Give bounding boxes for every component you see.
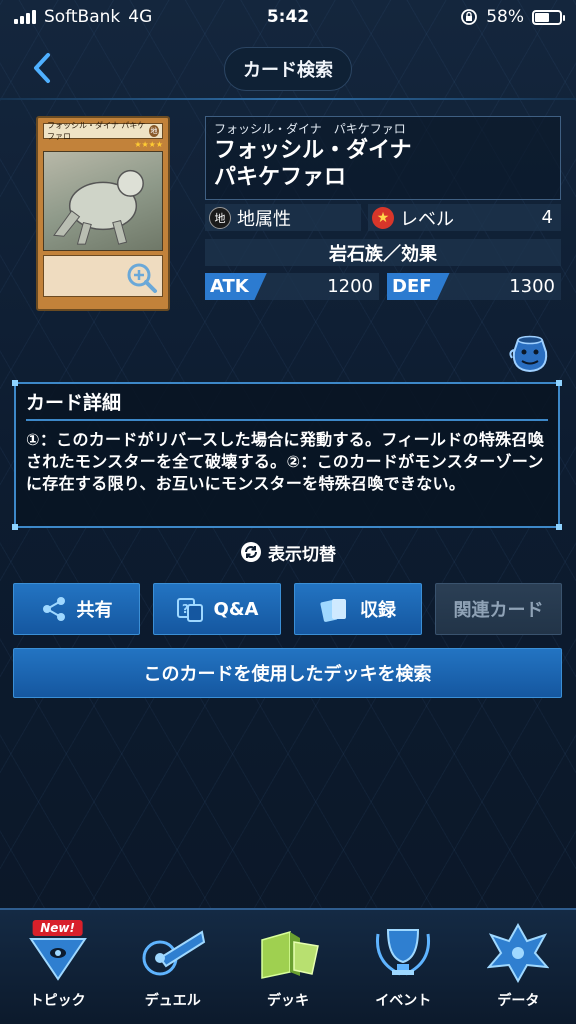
bottom-navigation: New! トピック デュエル デッキ イベント データ bbox=[0, 908, 576, 1024]
qa-label: Q&A bbox=[213, 598, 259, 620]
toggle-label: 表示切替 bbox=[268, 544, 336, 565]
panel-corner bbox=[12, 380, 18, 386]
battery-icon bbox=[532, 9, 565, 25]
nav-topic[interactable]: New! トピック bbox=[0, 910, 115, 1024]
card-name-ruby: フォッシル・ダイナ パキケファロ bbox=[214, 122, 406, 136]
nav-deck-label: デッキ bbox=[267, 993, 309, 1009]
type-row: 岩石族／効果 bbox=[205, 239, 561, 266]
attribute-label: 地属性 bbox=[237, 208, 291, 230]
nav-duel[interactable]: デュエル bbox=[115, 910, 230, 1024]
chevron-left-icon bbox=[34, 53, 50, 83]
card-image-name-bar: フォッシル・ダイナ パキケファロ 地 bbox=[43, 121, 163, 141]
level-row: ★ レベル 4 bbox=[368, 204, 561, 231]
back-button[interactable] bbox=[20, 46, 64, 90]
record-button[interactable]: 収録 bbox=[294, 583, 422, 635]
atk-value: 1200 bbox=[327, 276, 373, 297]
card-details-panel: カード詳細 ①：このカードがリバースした場合に発動する。フィールドの特殊召喚され… bbox=[12, 380, 562, 530]
battery-fill bbox=[535, 12, 549, 22]
carrier-group: SoftBank 4G bbox=[14, 7, 152, 27]
status-right: 58% bbox=[460, 7, 565, 27]
related-cards-label: 関連カード bbox=[453, 600, 544, 621]
network-label: 4G bbox=[128, 7, 153, 27]
dragon-icon bbox=[483, 922, 553, 984]
deck-search-label: このカードを使用したデッキを検索 bbox=[143, 664, 432, 685]
def-label: DEF bbox=[387, 273, 450, 300]
level-star-icon: ★ bbox=[372, 206, 394, 229]
nav-duel-label: デュエル bbox=[144, 993, 201, 1009]
nav-data-label: データ bbox=[497, 993, 540, 1009]
attribute-row: 地 地属性 bbox=[205, 204, 361, 231]
card-image[interactable]: フォッシル・ダイナ パキケファロ 地 ★★★★ bbox=[36, 116, 170, 311]
rotation-lock-icon bbox=[461, 9, 478, 25]
deck-box-icon bbox=[253, 922, 323, 984]
details-text: ①：このカードがリバースした場合に発動する。フィールドの特殊召喚されたモンスター… bbox=[26, 430, 545, 493]
duel-disk-icon bbox=[138, 922, 208, 984]
card-text-area bbox=[43, 255, 163, 297]
qa-button[interactable]: ? Q&A bbox=[153, 583, 281, 635]
card-artwork bbox=[43, 151, 163, 251]
panel-corner bbox=[556, 524, 562, 530]
trophy-icon bbox=[368, 922, 438, 984]
nav-deck[interactable]: デッキ bbox=[230, 910, 345, 1024]
atk-label: ATK bbox=[205, 273, 267, 300]
panel-corner bbox=[556, 380, 562, 386]
page-title: カード検索 bbox=[224, 47, 352, 91]
cards-icon bbox=[320, 599, 346, 622]
card-name-line2: パキケファロ bbox=[214, 165, 347, 190]
card-name-line1: フォッシル・ダイナ bbox=[214, 138, 412, 163]
details-title: カード詳細 bbox=[26, 388, 548, 421]
level-label: レベル bbox=[400, 208, 454, 230]
refresh-icon bbox=[241, 542, 261, 562]
share-label: 共有 bbox=[76, 600, 113, 621]
dinosaur-artwork bbox=[53, 169, 144, 245]
nav-topic-label: トピック bbox=[29, 993, 86, 1009]
qa-icon: ? bbox=[176, 598, 203, 622]
record-label: 収録 bbox=[360, 600, 396, 621]
header-divider bbox=[0, 98, 576, 100]
share-icon bbox=[42, 597, 65, 621]
related-cards-button[interactable]: 関連カード bbox=[435, 583, 562, 635]
status-bar: SoftBank 4G 5:42 58% bbox=[0, 0, 576, 34]
carrier-label: SoftBank bbox=[44, 7, 121, 27]
zoom-in-icon[interactable] bbox=[126, 262, 158, 294]
signal-icon bbox=[14, 10, 36, 24]
earth-attribute-icon: 地 bbox=[209, 206, 231, 229]
header: カード検索 bbox=[0, 36, 576, 100]
display-toggle[interactable]: 表示切替 bbox=[0, 540, 576, 565]
deck-search-button[interactable]: このカードを使用したデッキを検索 bbox=[13, 648, 562, 698]
new-badge: New! bbox=[32, 920, 83, 936]
nav-data[interactable]: データ bbox=[461, 910, 576, 1024]
battery-percent: 58% bbox=[486, 7, 524, 27]
nav-event-label: イベント bbox=[375, 993, 432, 1009]
nav-event[interactable]: イベント bbox=[346, 910, 461, 1024]
pot-of-greed-icon[interactable] bbox=[508, 330, 552, 374]
def-row: DEF 1300 bbox=[387, 273, 561, 300]
card-name-box: フォッシル・ダイナ パキケファロ フォッシル・ダイナ パキケファロ bbox=[205, 116, 561, 200]
def-value: 1300 bbox=[509, 276, 555, 297]
level-value: 4 bbox=[541, 207, 553, 228]
share-button[interactable]: 共有 bbox=[13, 583, 140, 635]
card-image-attribute: 地 bbox=[149, 125, 159, 137]
panel-corner bbox=[12, 524, 18, 530]
atk-row: ATK 1200 bbox=[205, 273, 379, 300]
